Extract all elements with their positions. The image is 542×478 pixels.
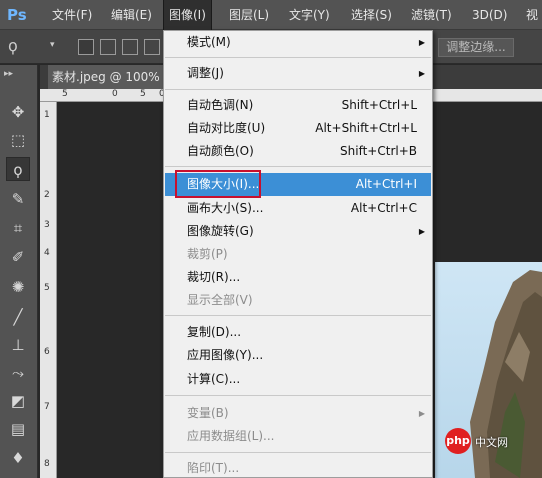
subtract-selection-icon[interactable] xyxy=(122,39,138,55)
menu-select[interactable]: 选择(S) xyxy=(346,0,397,30)
menu-item-label: 调整(J) xyxy=(187,66,224,80)
menu-view[interactable]: 视 xyxy=(521,0,542,30)
move-tool-icon[interactable]: ✥ xyxy=(6,100,30,124)
menu-item-shortcut: Shift+Ctrl+L xyxy=(341,98,417,112)
submenu-arrow-icon: ▶ xyxy=(418,38,425,47)
menu-item-label: 变量(B) xyxy=(187,406,229,420)
submenu-arrow-icon: ▶ xyxy=(418,409,425,418)
gradient-tool-icon[interactable]: ▤ xyxy=(6,417,30,441)
refine-edge-button[interactable]: 调整边缘... xyxy=(438,38,514,57)
menu-item-label: 裁剪(P) xyxy=(187,247,228,261)
intersect-selection-icon[interactable] xyxy=(144,39,160,55)
menu-item-shortcut: Alt+Shift+Ctrl+L xyxy=(315,121,417,135)
menu-item-label: 计算(C)... xyxy=(187,372,241,386)
photoshop-logo: Ps xyxy=(7,6,27,24)
menu-item-label: 应用图像(Y)... xyxy=(187,348,264,362)
menu-item-shortcut: Alt+Ctrl+I xyxy=(355,177,417,191)
menu-item-label: 自动对比度(U) xyxy=(187,121,266,135)
menu-item-label: 图像旋转(G) xyxy=(187,224,254,238)
menu-item-adjustments[interactable]: 调整(J) ▶ xyxy=(165,62,431,85)
menu-separator xyxy=(165,452,431,453)
preset-dropdown-icon[interactable]: ▾ xyxy=(50,40,55,50)
menu-layer[interactable]: 图层(L) xyxy=(224,0,274,30)
menu-separator xyxy=(165,57,431,58)
collapse-icon[interactable]: ▸▸ xyxy=(4,69,13,79)
clone-stamp-tool-icon[interactable]: ⊥ xyxy=(6,333,30,357)
submenu-arrow-icon: ▶ xyxy=(418,69,425,78)
menu-image[interactable]: 图像(I) xyxy=(163,0,212,30)
menu-item-shortcut: Alt+Ctrl+C xyxy=(350,201,417,215)
image-menu-dropdown: 模式(M) ▶ 调整(J) ▶ 自动色调(N) Shift+Ctrl+L 自动对… xyxy=(163,30,433,478)
menu-bar: Ps 文件(F) 编辑(E) 图像(I) 图层(L) 文字(Y) 选择(S) 滤… xyxy=(0,0,542,30)
menu-item-shortcut: Shift+Ctrl+B xyxy=(340,144,417,158)
menu-filter[interactable]: 滤镜(T) xyxy=(406,0,457,30)
menu-type[interactable]: 文字(Y) xyxy=(284,0,335,30)
history-brush-tool-icon[interactable]: ⤳ xyxy=(6,361,30,385)
menu-item-label: 复制(D)... xyxy=(187,325,242,339)
ruler-label: 7 xyxy=(44,402,50,412)
menu-item-label: 模式(M) xyxy=(187,35,231,49)
crop-tool-icon[interactable]: ⌗ xyxy=(6,216,30,240)
menu-item-label: 应用数据组(L)... xyxy=(187,429,275,443)
healing-brush-tool-icon[interactable]: ✺ xyxy=(6,275,30,299)
annotation-highlight-box xyxy=(175,170,261,198)
menu-item-mode[interactable]: 模式(M) ▶ xyxy=(165,31,431,54)
eraser-tool-icon[interactable]: ◩ xyxy=(6,389,30,413)
menu-item-label: 自动颜色(O) xyxy=(187,144,254,158)
ruler-label: 4 xyxy=(44,248,50,258)
menu-item-apply-image[interactable]: 应用图像(Y)... xyxy=(165,344,431,367)
tools-panel: ▸▸ ✥ ⬚ ϙ ✎ ⌗ ✐ ✺ ╱ ⊥ ⤳ ◩ ▤ ♦ xyxy=(0,65,38,478)
menu-item-auto-tone[interactable]: 自动色调(N) Shift+Ctrl+L xyxy=(165,94,431,117)
menu-item-trim[interactable]: 裁切(R)... xyxy=(165,266,431,289)
ruler-label: 5 xyxy=(140,89,146,99)
lasso-preset-icon[interactable]: ϙ xyxy=(8,36,18,55)
menu-item-auto-color[interactable]: 自动颜色(O) Shift+Ctrl+B xyxy=(165,140,431,163)
menu-item-canvas-size[interactable]: 画布大小(S)... Alt+Ctrl+C xyxy=(165,197,431,220)
menu-item-trap: 陷印(T)... xyxy=(165,457,431,478)
menu-item-auto-contrast[interactable]: 自动对比度(U) Alt+Shift+Ctrl+L xyxy=(165,117,431,140)
php-logo: php xyxy=(445,428,471,454)
ruler-label: 1 xyxy=(44,110,50,120)
menu-separator xyxy=(165,166,431,167)
menu-item-duplicate[interactable]: 复制(D)... xyxy=(165,321,431,344)
menu-edit[interactable]: 编辑(E) xyxy=(106,0,157,30)
lasso-tool-icon[interactable]: ϙ xyxy=(6,157,30,181)
ruler-label: 0 xyxy=(112,89,118,99)
ruler-label: 5 xyxy=(62,89,68,99)
menu-separator xyxy=(165,315,431,316)
menu-separator xyxy=(165,395,431,396)
ruler-label: 6 xyxy=(44,347,50,357)
submenu-arrow-icon: ▶ xyxy=(418,227,425,236)
menu-item-variables: 变量(B) ▶ xyxy=(165,402,431,425)
menu-item-image-rotation[interactable]: 图像旋转(G) ▶ xyxy=(165,220,431,243)
marquee-tool-icon[interactable]: ⬚ xyxy=(6,128,30,152)
ruler-label: 2 xyxy=(44,190,50,200)
menu-item-label: 画布大小(S)... xyxy=(187,201,264,215)
menu-separator xyxy=(165,89,431,90)
watermark-text: 中文网 xyxy=(475,436,508,449)
menu-3d[interactable]: 3D(D) xyxy=(467,0,512,30)
menu-item-crop: 裁剪(P) xyxy=(165,243,431,266)
menu-item-apply-data-set: 应用数据组(L)... xyxy=(165,425,431,448)
ruler-label: 8 xyxy=(44,459,50,469)
menu-item-label: 显示全部(V) xyxy=(187,293,253,307)
ruler-label: 5 xyxy=(44,283,50,293)
menu-item-calculations[interactable]: 计算(C)... xyxy=(165,368,431,391)
blur-tool-icon[interactable]: ♦ xyxy=(6,446,30,470)
brush-tool-icon[interactable]: ╱ xyxy=(6,305,30,329)
menu-file[interactable]: 文件(F) xyxy=(47,0,97,30)
vertical-ruler: 1 2 3 4 5 6 7 8 xyxy=(40,102,57,478)
ruler-label: 3 xyxy=(44,220,50,230)
eyedropper-tool-icon[interactable]: ✐ xyxy=(6,245,30,269)
menu-item-label: 裁切(R)... xyxy=(187,270,241,284)
watermark: php 中文网 xyxy=(445,426,542,456)
menu-item-label: 陷印(T)... xyxy=(187,461,240,475)
menu-item-reveal-all: 显示全部(V) xyxy=(165,289,431,312)
menu-item-label: 自动色调(N) xyxy=(187,98,254,112)
add-to-selection-icon[interactable] xyxy=(100,39,116,55)
new-selection-icon[interactable] xyxy=(78,39,94,55)
quick-selection-tool-icon[interactable]: ✎ xyxy=(6,187,30,211)
